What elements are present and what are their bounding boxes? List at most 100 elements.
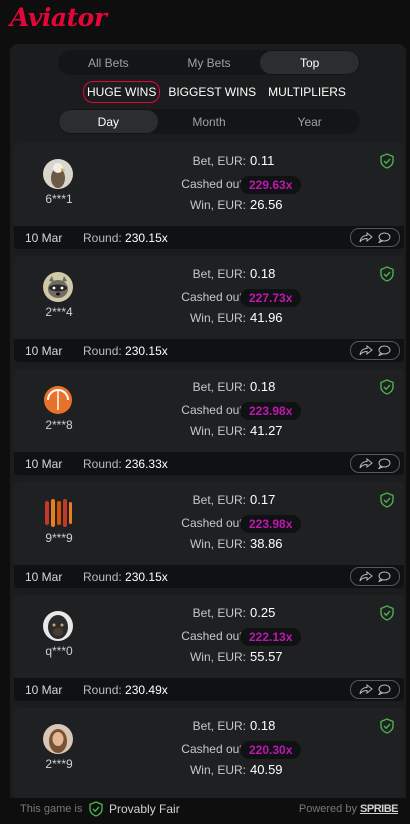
avatar: [43, 385, 73, 415]
bet-date: 10 Mar: [25, 683, 63, 697]
round-info: Round: 230.15x: [83, 344, 168, 358]
bet-card: q***0 Bet, EUR: 0.25 Cashed out: 222.13x…: [14, 595, 404, 701]
cashed-label: Cashed out:: [181, 516, 246, 530]
chat-icon: [378, 458, 391, 469]
chip-huge-wins[interactable]: HUGE WINS: [83, 81, 161, 103]
bet-date: 10 Mar: [25, 344, 63, 358]
share-chat-button[interactable]: [350, 228, 400, 247]
game-is-text: This game is: [20, 803, 83, 815]
cashout-multiplier: 222.13x: [240, 628, 302, 646]
tab-month[interactable]: Month: [160, 110, 259, 133]
win-amount: 41.96: [250, 310, 283, 325]
bet-amount: 0.25: [250, 605, 276, 620]
share-icon: [359, 232, 373, 243]
bet-label: Bet, EUR:: [192, 267, 246, 281]
cashed-label: Cashed out:: [181, 403, 246, 417]
tab-top[interactable]: Top: [260, 51, 360, 74]
tab-year[interactable]: Year: [260, 110, 359, 133]
username: 6***1: [45, 192, 73, 206]
chat-icon: [378, 232, 391, 243]
avatar: [43, 724, 73, 754]
cashout-multiplier: 229.63x: [240, 176, 302, 194]
bets-tabs: All Bets My Bets Top: [58, 50, 360, 75]
bet-card: 2***4 Bet, EUR: 0.18 Cashed out: 227.73x…: [14, 256, 404, 362]
cashed-label: Cashed out:: [181, 290, 246, 304]
chat-icon: [378, 345, 391, 356]
share-icon: [359, 684, 373, 695]
bet-card: 6***1 Bet, EUR: 0.11 Cashed out: 229.63x…: [14, 143, 404, 249]
bets-panel: All Bets My Bets Top HUGE WINS BIGGEST W…: [10, 44, 406, 822]
share-icon: [359, 345, 373, 356]
win-label: Win, EUR:: [189, 311, 246, 325]
bet-date: 10 Mar: [25, 231, 63, 245]
win-label: Win, EUR:: [189, 424, 246, 438]
share-icon: [359, 458, 373, 469]
tab-all-bets[interactable]: All Bets: [59, 51, 158, 74]
chat-icon: [378, 571, 391, 582]
bet-amount: 0.18: [250, 379, 276, 394]
win-amount: 55.57: [250, 649, 283, 664]
cashout-multiplier: 223.98x: [240, 402, 302, 420]
share-chat-button[interactable]: [350, 567, 400, 586]
cashed-label: Cashed out:: [181, 742, 246, 756]
cashout-multiplier: 223.98x: [240, 515, 302, 533]
win-label: Win, EUR:: [189, 650, 246, 664]
win-label: Win, EUR:: [189, 763, 246, 777]
bet-date: 10 Mar: [25, 457, 63, 471]
share-chat-button[interactable]: [350, 680, 400, 699]
win-amount: 41.27: [250, 423, 283, 438]
bet-label: Bet, EUR:: [192, 380, 246, 394]
cashed-label: Cashed out:: [181, 629, 246, 643]
win-amount: 26.56: [250, 197, 283, 212]
provably-fair-shield-icon[interactable]: [380, 605, 394, 626]
win-label: Win, EUR:: [189, 198, 246, 212]
category-chips: HUGE WINS BIGGEST WINS MULTIPLIERS: [83, 81, 350, 103]
chip-biggest-wins[interactable]: BIGGEST WINS: [164, 81, 260, 103]
win-amount: 38.86: [250, 536, 283, 551]
username: 2***8: [45, 418, 73, 432]
tab-my-bets[interactable]: My Bets: [160, 51, 259, 74]
avatar: [43, 611, 73, 641]
round-info: Round: 230.15x: [83, 570, 168, 584]
period-tabs: Day Month Year: [58, 109, 360, 134]
bet-amount: 0.17: [250, 492, 276, 507]
top-bar: Aviator: [0, 0, 410, 36]
round-info: Round: 236.33x: [83, 457, 168, 471]
chat-icon: [378, 684, 391, 695]
bet-label: Bet, EUR:: [192, 154, 246, 168]
provably-fair-shield-icon[interactable]: [89, 801, 103, 820]
cashout-multiplier: 220.30x: [240, 741, 302, 759]
bet-label: Bet, EUR:: [192, 493, 246, 507]
bet-amount: 0.18: [250, 266, 276, 281]
chip-multipliers[interactable]: MULTIPLIERS: [264, 81, 350, 103]
avatar: [43, 159, 73, 189]
username: 9***9: [45, 531, 73, 545]
provably-fair-shield-icon[interactable]: [380, 266, 394, 287]
bet-label: Bet, EUR:: [192, 606, 246, 620]
share-icon: [359, 571, 373, 582]
cashout-multiplier: 227.73x: [240, 289, 302, 307]
avatar: [43, 498, 73, 528]
provably-fair-shield-icon[interactable]: [380, 153, 394, 174]
aviator-logo[interactable]: Aviator: [10, 3, 107, 32]
provably-fair-shield-icon[interactable]: [380, 718, 394, 739]
share-chat-button[interactable]: [350, 341, 400, 360]
username: 2***9: [45, 757, 73, 771]
cashed-label: Cashed out:: [181, 177, 246, 191]
bet-date: 10 Mar: [25, 570, 63, 584]
win-amount: 40.59: [250, 762, 283, 777]
username: 2***4: [45, 305, 73, 319]
provably-fair-shield-icon[interactable]: [380, 492, 394, 513]
username: q***0: [45, 644, 73, 658]
round-info: Round: 230.15x: [83, 231, 168, 245]
bet-amount: 0.18: [250, 718, 276, 733]
bet-label: Bet, EUR:: [192, 719, 246, 733]
spribe-logo[interactable]: SPRIBE: [360, 803, 398, 815]
provably-fair-link[interactable]: Provably Fair: [109, 802, 180, 816]
provably-fair-shield-icon[interactable]: [380, 379, 394, 400]
round-info: Round: 230.49x: [83, 683, 168, 697]
win-label: Win, EUR:: [189, 537, 246, 551]
share-chat-button[interactable]: [350, 454, 400, 473]
bet-amount: 0.11: [250, 153, 275, 168]
tab-day[interactable]: Day: [59, 110, 158, 133]
